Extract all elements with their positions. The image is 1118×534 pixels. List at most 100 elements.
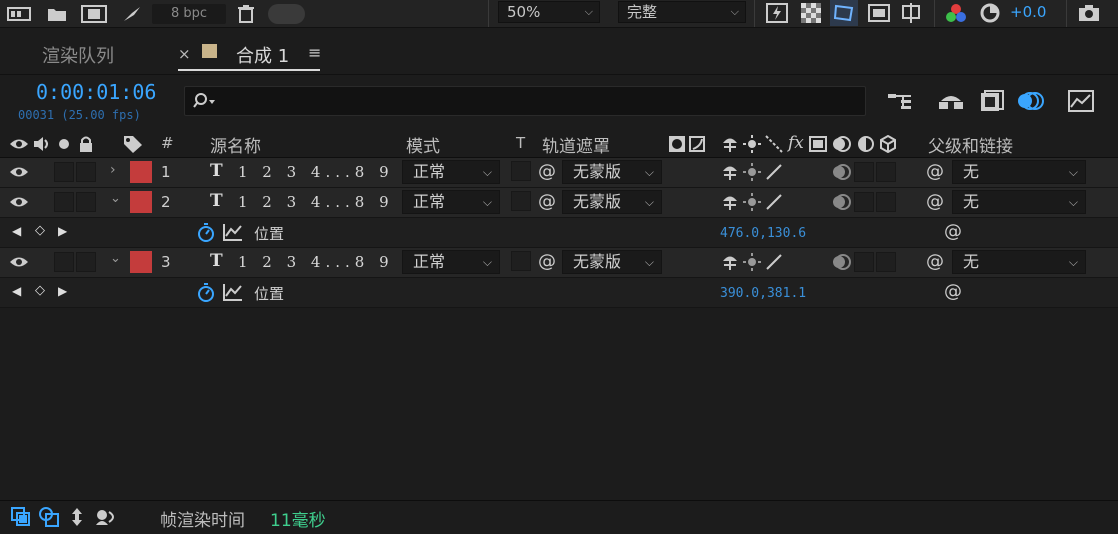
stopwatch-icon[interactable] [196,222,216,244]
transfer-controls-toggle-icon[interactable] [38,507,60,527]
collapse-switch-icon[interactable] [742,252,762,272]
matte-pickwhip-icon[interactable]: @ [538,161,556,182]
layer-name[interactable]: 1 2 3 4...8 9 0 [238,253,418,271]
column-mode[interactable]: 模式 [406,132,440,157]
graph-icon[interactable] [222,282,244,302]
position-value[interactable]: 476.0,130.6 [720,226,806,241]
expression-pickwhip-icon[interactable]: @ [944,221,962,242]
shy-layers-icon[interactable] [936,88,966,114]
prev-keyframe-icon[interactable]: ◀ [12,284,21,298]
preserve-transparency-switch[interactable] [511,191,531,211]
graph-icon[interactable] [222,222,244,242]
3d-switch[interactable] [876,162,896,182]
label-tag-icon[interactable] [122,134,144,154]
render-time-toggle-icon[interactable] [94,507,120,527]
region-of-interest-icon[interactable] [866,2,892,24]
audio-icon[interactable] [32,134,52,154]
collapse-switch-icon[interactable] [742,162,762,182]
motion-blur-switch-icon[interactable] [830,162,852,182]
current-timecode[interactable]: 0:00:01:06 [36,80,156,104]
layer-row[interactable]: › 1 T 1 2 3 4...8 9 3 正常 ⌵ @ 无蒙版 ⌵ @ 无 ⌵ [0,158,1118,188]
visibility-eye-icon[interactable] [8,162,30,182]
expand-chevron-icon[interactable]: ⌄ [110,191,121,206]
lock-icon[interactable] [76,134,96,154]
bit-depth-button[interactable]: 8 bpc [152,4,226,24]
exposure-value[interactable]: +0.0 [1010,3,1046,21]
adjustment-switch[interactable] [854,162,874,182]
camera-snapshot-icon[interactable] [1076,2,1102,24]
layer-name[interactable]: 1 2 3 4...8 9 3 [238,163,418,181]
zoom-dropdown[interactable]: 50% ⌵ [498,1,600,23]
layer-name[interactable]: 1 2 3 4...8 9 2 [238,193,418,211]
expand-chevron-icon[interactable]: › [110,162,116,178]
solo-switch[interactable] [54,162,74,182]
resolution-dropdown[interactable]: 完整 ⌵ [618,1,746,23]
shy-switch-icon[interactable] [720,192,740,212]
layer-row[interactable]: ⌄ 2 T 1 2 3 4...8 9 2 正常 ⌵ @ 无蒙版 ⌵ @ 无 ⌵ [0,188,1118,218]
rocket-icon[interactable] [120,4,144,24]
matte-pickwhip-icon[interactable]: @ [538,251,556,272]
lock-switch[interactable] [76,192,96,212]
track-matte-dropdown[interactable]: 无蒙版 ⌵ [562,160,662,184]
position-value[interactable]: 390.0,381.1 [720,286,806,301]
next-keyframe-icon[interactable]: ▶ [58,284,67,298]
solo-switch[interactable] [54,192,74,212]
track-matte-dropdown[interactable]: 无蒙版 ⌵ [562,250,662,274]
layer-row[interactable]: ⌄ 3 T 1 2 3 4...8 9 0 正常 ⌵ @ 无蒙版 ⌵ @ 无 ⌵ [0,248,1118,278]
transparency-grid-icon[interactable] [798,2,824,24]
blend-mode-dropdown[interactable]: 正常 ⌵ [402,250,500,274]
preserve-transparency-switch[interactable] [511,161,531,181]
quality-switch-icon[interactable] [764,252,784,272]
3d-switch[interactable] [876,192,896,212]
add-keyframe-icon[interactable]: ◇ [35,283,45,298]
column-track-matte[interactable]: 轨道遮罩 [542,132,610,157]
parent-dropdown[interactable]: 无 ⌵ [952,160,1086,184]
lock-switch[interactable] [76,252,96,272]
tab-composition[interactable]: 合成 1 [236,42,289,68]
blend-mode-dropdown[interactable]: 正常 ⌵ [402,190,500,214]
grid-guides-icon[interactable] [898,2,924,24]
label-color-swatch[interactable] [130,191,152,213]
lock-switch[interactable] [76,162,96,182]
prev-keyframe-icon[interactable]: ◀ [12,224,21,238]
motion-blur-switch-icon[interactable] [830,252,852,272]
adjustment-switch[interactable] [854,192,874,212]
solo-icon[interactable] [56,134,72,154]
in-out-toggle-icon[interactable] [66,507,88,527]
column-parent-link[interactable]: 父级和链接 [928,132,1013,157]
expression-pickwhip-icon[interactable]: @ [944,281,962,302]
shy-switch-icon[interactable] [720,162,740,182]
visibility-eye-icon[interactable] [8,192,30,212]
tab-render-queue[interactable]: 渲染队列 [42,42,114,68]
column-source-name[interactable]: 源名称 [210,132,261,157]
3d-switch[interactable] [876,252,896,272]
shy-switch-icon[interactable] [720,252,740,272]
layer-switches-toggle-icon[interactable] [10,507,32,527]
empty-layer-area[interactable] [0,308,1118,500]
graph-editor-icon[interactable] [1066,88,1096,114]
expand-chevron-icon[interactable]: ⌄ [110,251,121,266]
tab-menu-icon[interactable]: ≡ [308,43,321,62]
trash-icon[interactable] [236,4,256,24]
exposure-reset-icon[interactable] [978,2,1002,24]
stopwatch-icon[interactable] [196,282,216,304]
parent-dropdown[interactable]: 无 ⌵ [952,190,1086,214]
next-keyframe-icon[interactable]: ▶ [58,224,67,238]
folder-icon[interactable] [46,4,68,24]
layer-search-field[interactable] [184,86,866,116]
toggle-switch[interactable] [268,4,305,24]
eye-icon[interactable] [8,134,30,154]
preserve-transparency-switch[interactable] [511,251,531,271]
frame-blending-icon[interactable] [978,88,1006,114]
property-row[interactable]: ◀ ◇ ▶ 位置 476.0,130.6 @ [0,218,1118,248]
matte-pickwhip-icon[interactable]: @ [538,191,556,212]
label-color-swatch[interactable] [130,251,152,273]
composition-flowchart-icon[interactable] [886,88,914,114]
solo-switch[interactable] [54,252,74,272]
parent-pickwhip-icon[interactable]: @ [926,191,944,212]
fast-preview-icon[interactable] [764,2,790,24]
parent-pickwhip-icon[interactable]: @ [926,251,944,272]
motion-blur-switch-icon[interactable] [830,192,852,212]
property-row[interactable]: ◀ ◇ ▶ 位置 390.0,381.1 @ [0,278,1118,308]
parent-dropdown[interactable]: 无 ⌵ [952,250,1086,274]
